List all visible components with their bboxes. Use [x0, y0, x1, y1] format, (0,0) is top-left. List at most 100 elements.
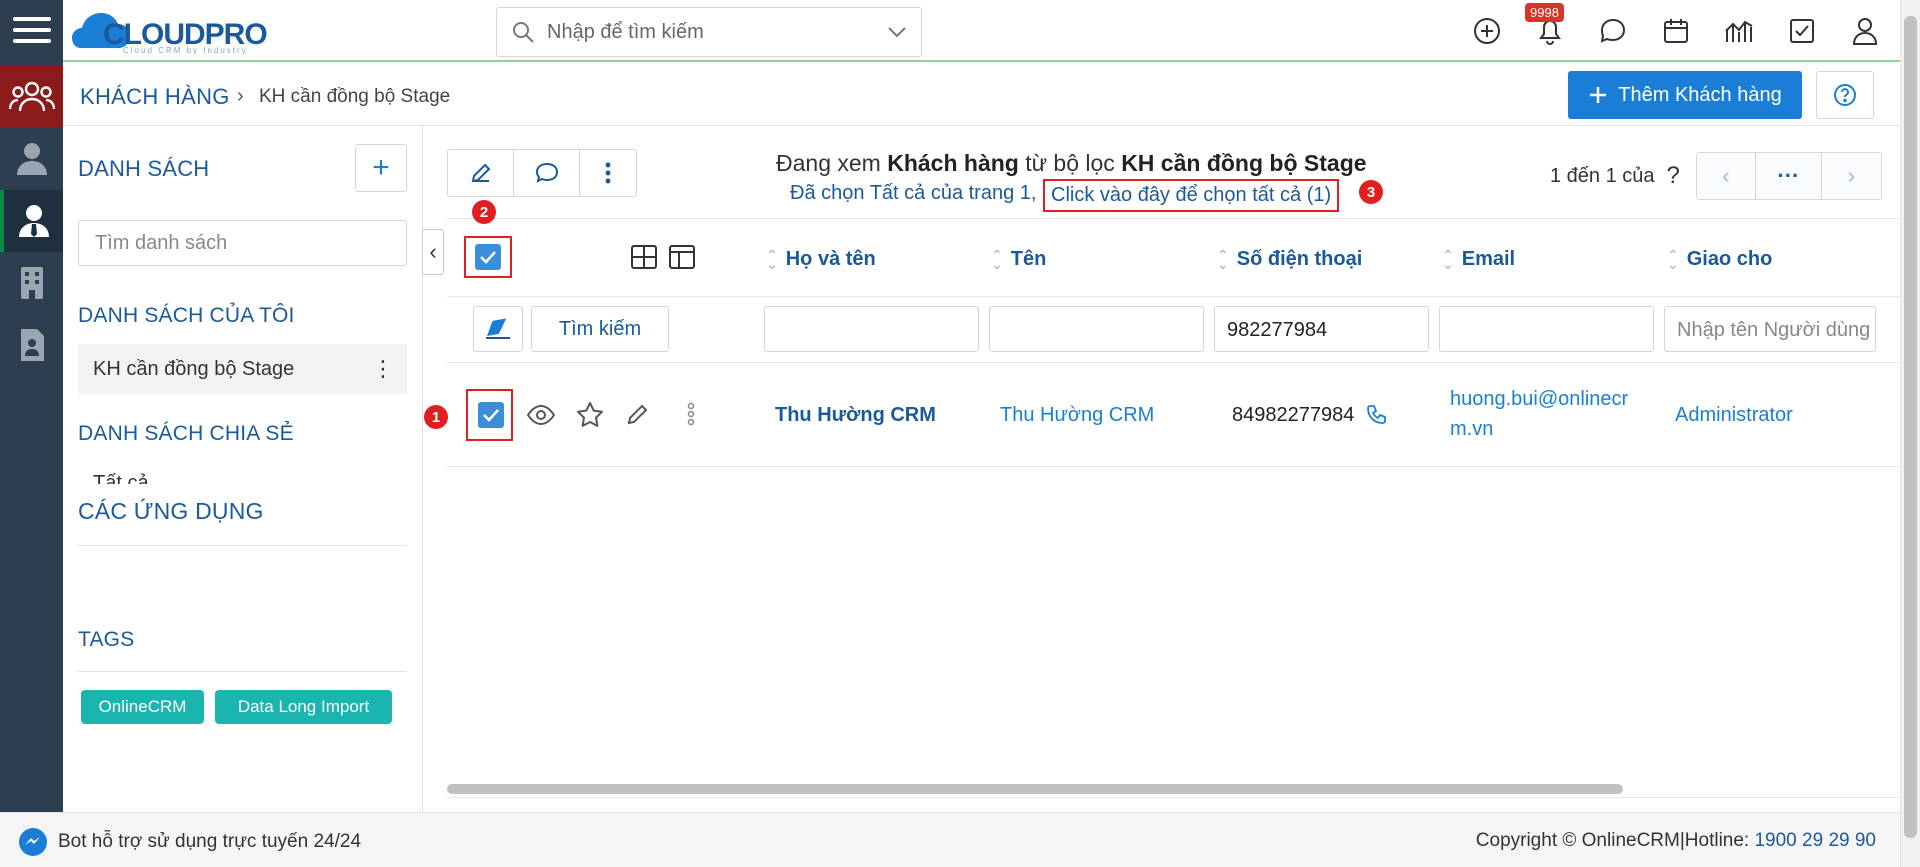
checkmark-icon	[483, 409, 499, 422]
lists-heading: DANH SÁCH	[78, 156, 210, 181]
star-icon[interactable]	[576, 401, 604, 433]
my-list-item[interactable]: KH cần đồng bộ Stage ⋮	[78, 344, 407, 394]
report-chart-icon[interactable]	[1722, 15, 1755, 48]
filter-full-name-input[interactable]	[764, 306, 979, 352]
column-header-assignee[interactable]: ⌃ ⌄ Giao cho	[1667, 248, 1772, 271]
filter-assignee-input[interactable]: Nhập tên Người dùng	[1664, 306, 1876, 352]
column-header-name[interactable]: ⌃ ⌄ Tên	[991, 248, 1046, 271]
search-icon	[513, 22, 534, 43]
support-bot-text: Bot hỗ trợ sử dụng trực tuyến 24/24	[58, 831, 362, 852]
column-header-phone[interactable]: ⌃ ⌄ Số điện thoại	[1217, 248, 1362, 271]
row-name[interactable]: Thu Hường CRM	[1000, 404, 1154, 427]
sort-icon: ⌃ ⌄	[1442, 246, 1454, 272]
more-vertical-icon[interactable]	[687, 402, 695, 431]
grid-view-icon[interactable]	[630, 244, 658, 275]
divider	[78, 545, 407, 546]
row-checkbox[interactable]	[478, 402, 504, 428]
quick-create-icon[interactable]	[1470, 15, 1503, 48]
users-group-icon	[8, 81, 55, 112]
select-all-link[interactable]: Click vào đây để chọn tất cả (1)	[1043, 179, 1340, 212]
eraser-icon	[486, 318, 510, 339]
view-filter: KH cần đồng bộ Stage	[1121, 150, 1367, 176]
support-bot-link[interactable]: Bot hỗ trợ sử dụng trực tuyến 24/24	[18, 827, 361, 857]
phone-call-icon[interactable]	[1366, 405, 1386, 430]
filter-name-input[interactable]	[989, 306, 1204, 352]
column-header-email[interactable]: ⌃ ⌄ Email	[1442, 248, 1515, 271]
divider	[78, 671, 407, 672]
row-phone: 84982277984	[1232, 404, 1355, 426]
select-all-checkbox[interactable]	[475, 244, 501, 270]
view-prefix: Đang xem	[776, 150, 881, 176]
scrollbar-thumb[interactable]	[1904, 16, 1917, 838]
task-checkbox-icon[interactable]	[1785, 15, 1818, 48]
page-jump-button[interactable]: ···	[1755, 153, 1822, 199]
more-vertical-icon[interactable]: ⋮	[372, 356, 394, 382]
selected-page-text: Đã chọn Tất cả của trang 1,	[790, 182, 1037, 204]
list-sidebar: DANH SÁCH + Tìm danh sách DANH SÁCH CỦA …	[63, 126, 423, 812]
tag-onlinecrm[interactable]: OnlineCRM	[81, 690, 204, 724]
mass-edit-button[interactable]	[448, 150, 514, 196]
filter-search-button[interactable]: Tìm kiếm	[531, 306, 669, 352]
breadcrumb-module[interactable]: KHÁCH HÀNG	[80, 84, 230, 110]
next-page-button[interactable]: ›	[1821, 153, 1881, 199]
user-profile-icon[interactable]	[1848, 15, 1881, 48]
global-search-input[interactable]: Nhập để tìm kiếm	[496, 7, 922, 57]
more-actions-button[interactable]	[580, 150, 636, 196]
filter-phone-input[interactable]: 982277984	[1214, 306, 1429, 352]
vertical-scrollbar[interactable]	[1900, 0, 1920, 867]
pagination-total-unknown[interactable]: ?	[1667, 162, 1680, 190]
rail-item-contact[interactable]	[0, 128, 63, 190]
copyright-text: Copyright © OnlineCRM|Hotline:	[1475, 830, 1750, 851]
add-list-button[interactable]: +	[355, 144, 407, 192]
rail-item-customers[interactable]	[0, 66, 63, 128]
sort-icon: ⌃ ⌄	[1217, 246, 1229, 272]
breadcrumb: KHÁCH HÀNG › KH cần đồng bộ Stage Thêm K…	[63, 64, 1901, 126]
copyright: Copyright © OnlineCRM|Hotline: 1900 29 2…	[1476, 830, 1876, 852]
pencil-icon[interactable]	[626, 402, 650, 431]
shared-list-item[interactable]: Tất cả	[93, 472, 149, 484]
list-search-input[interactable]: Tìm danh sách	[78, 220, 407, 266]
plus-icon: +	[372, 151, 390, 184]
annotation-marker-1: 1	[424, 405, 448, 429]
divider	[447, 797, 1900, 798]
rail-item-document[interactable]	[0, 314, 63, 376]
user-icon	[16, 143, 47, 175]
chevron-right-icon: ›	[1847, 163, 1856, 188]
pagination-text: 1 đến 1 của	[1550, 164, 1655, 187]
column-layout-icon[interactable]	[668, 244, 696, 275]
horizontal-scrollbar[interactable]	[447, 784, 1623, 794]
column-header-full-name[interactable]: ⌃ ⌄ Họ và tên	[766, 248, 876, 271]
divider	[447, 218, 1900, 219]
notification-bell-icon[interactable]: 9998	[1525, 2, 1566, 48]
add-customer-button[interactable]: Thêm Khách hàng	[1568, 71, 1802, 119]
help-button[interactable]	[1816, 71, 1874, 119]
row-full-name[interactable]: Thu Hường CRM	[775, 404, 936, 427]
eye-icon[interactable]	[526, 404, 556, 431]
hotline-link[interactable]: 1900 29 29 90	[1754, 830, 1876, 851]
tag-label: OnlineCRM	[98, 697, 187, 716]
comment-button[interactable]	[514, 150, 580, 196]
row-email-line2[interactable]: m.vn	[1450, 418, 1493, 441]
divider	[447, 466, 1900, 467]
prev-page-button[interactable]: ‹	[1696, 153, 1756, 199]
shared-lists-heading: DANH SÁCH CHIA SẺ	[78, 422, 294, 445]
calendar-icon[interactable]	[1659, 15, 1692, 48]
cloudpro-logo[interactable]: CLOUDPRO Cloud CRM by Industry	[71, 6, 301, 58]
filter-email-input[interactable]	[1439, 306, 1654, 352]
chevron-down-icon[interactable]	[887, 26, 907, 38]
row-email-line1[interactable]: huong.bui@onlinecr	[1450, 388, 1628, 411]
pagination: 1 đến 1 của ? ‹ ··· ›	[1550, 152, 1882, 200]
clear-filter-button[interactable]	[473, 306, 523, 352]
rail-item-account[interactable]	[0, 190, 63, 252]
hamburger-menu-icon[interactable]	[0, 0, 63, 60]
rail-item-organization[interactable]	[0, 252, 63, 314]
chat-icon[interactable]	[1596, 15, 1629, 48]
divider	[447, 296, 1900, 297]
tag-data-long-import[interactable]: Data Long Import	[215, 690, 392, 724]
messenger-icon	[19, 828, 47, 856]
sort-icon: ⌃ ⌄	[991, 246, 1003, 272]
add-customer-label: Thêm Khách hàng	[1618, 83, 1782, 106]
row-assignee[interactable]: Administrator	[1675, 404, 1793, 427]
view-module: Khách hàng	[887, 150, 1019, 176]
notification-badge: 9998	[1525, 2, 1564, 22]
